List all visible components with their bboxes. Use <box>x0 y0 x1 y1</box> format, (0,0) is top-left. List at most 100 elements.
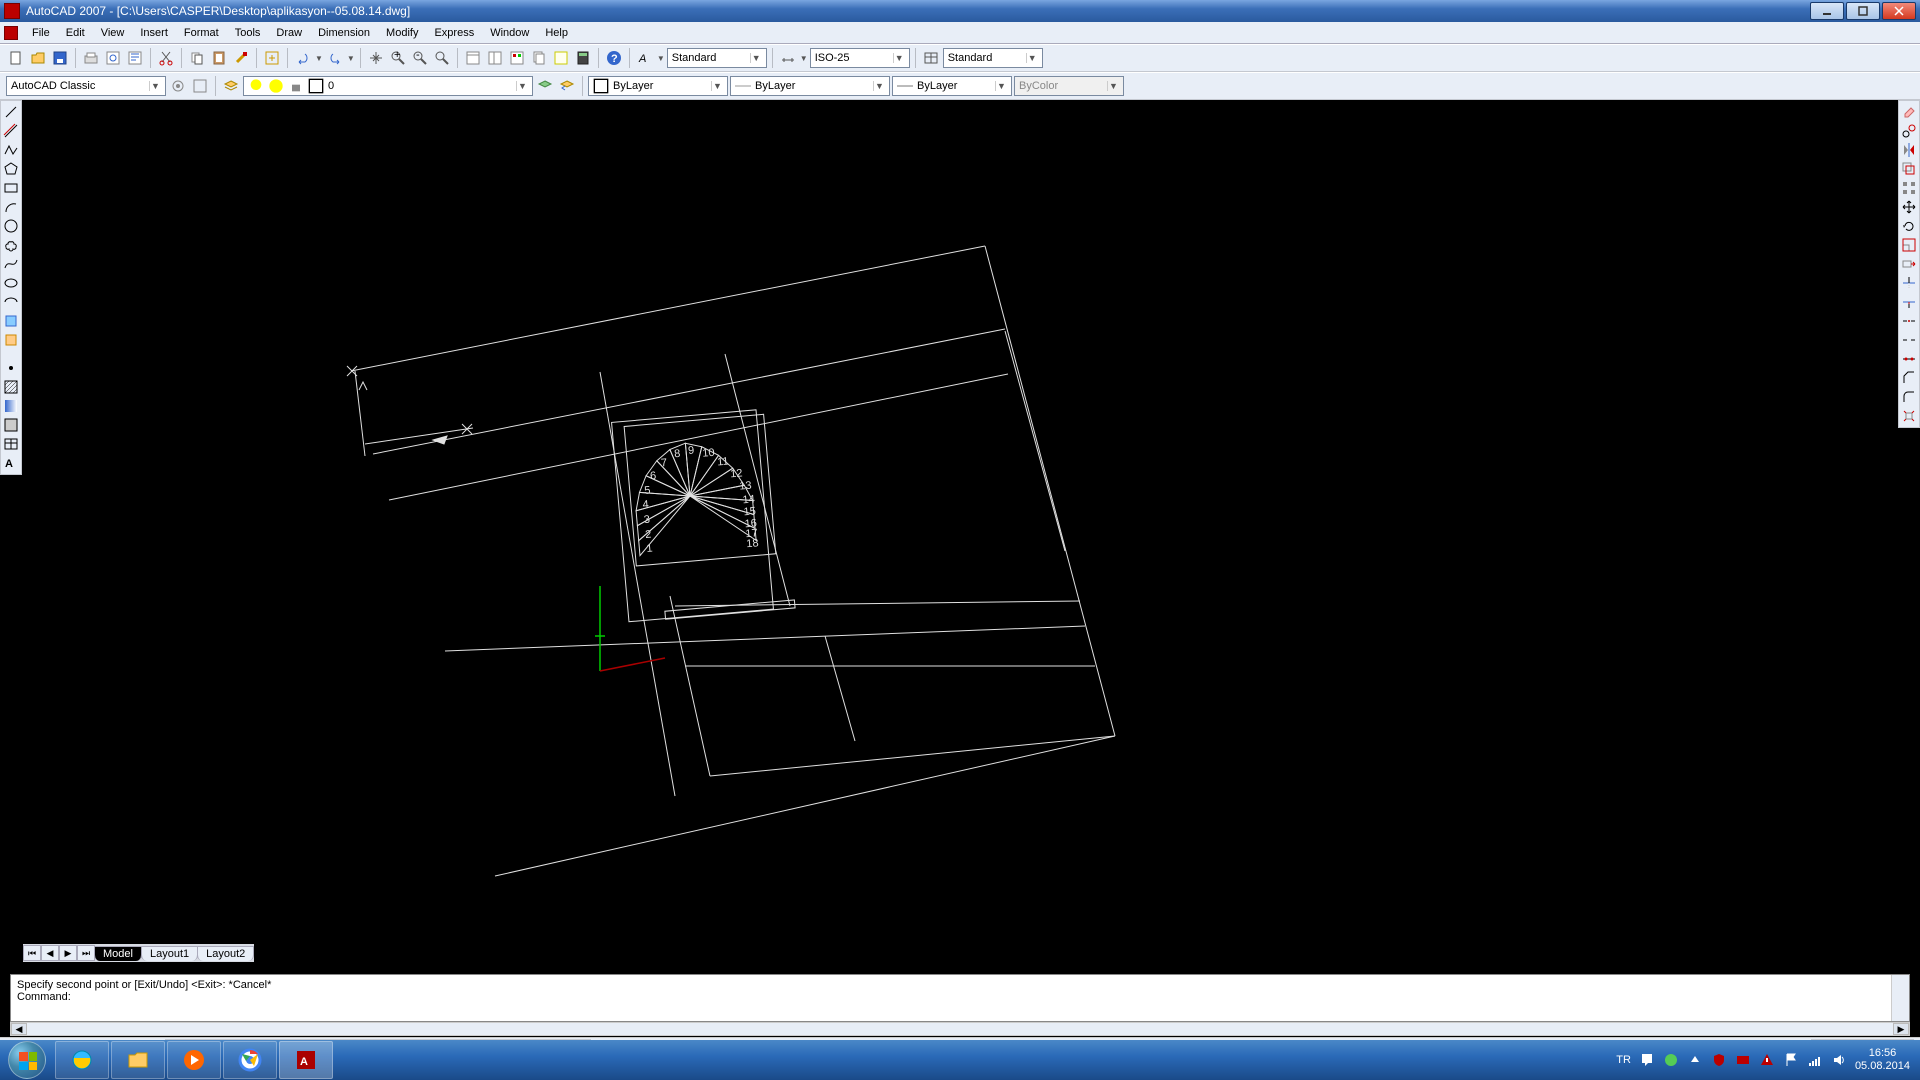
layer-previous-icon[interactable] <box>557 76 577 96</box>
mtext-icon[interactable]: A <box>2 454 20 472</box>
start-button[interactable] <box>0 1040 54 1080</box>
copy-icon[interactable] <box>187 48 207 68</box>
spline-icon[interactable] <box>2 255 20 273</box>
text-style-icon[interactable]: A <box>635 48 655 68</box>
help-icon[interactable]: ? <box>604 48 624 68</box>
tab-layout1[interactable]: Layout1 <box>141 946 198 961</box>
language-indicator[interactable]: TR <box>1616 1054 1631 1066</box>
zoom-window-icon[interactable] <box>432 48 452 68</box>
design-center-icon[interactable] <box>485 48 505 68</box>
hscroll-right[interactable]: ▶ <box>1893 1023 1909 1035</box>
save-icon[interactable] <box>50 48 70 68</box>
polyline-icon[interactable] <box>2 141 20 159</box>
tab-next-button[interactable]: ▶ <box>59 945 77 961</box>
command-scrollbar[interactable] <box>1891 975 1909 1021</box>
fillet-icon[interactable] <box>1900 388 1918 406</box>
mirror-icon[interactable] <box>1900 141 1918 159</box>
region-icon[interactable] <box>2 416 20 434</box>
zoom-previous-icon[interactable]: - <box>410 48 430 68</box>
make-block-icon[interactable] <box>2 331 20 349</box>
taskbar-clock[interactable]: 16:56 05.08.2014 <box>1855 1047 1910 1073</box>
plot-icon[interactable] <box>81 48 101 68</box>
redo-dropdown[interactable]: ▼ <box>347 54 355 63</box>
plot-preview-icon[interactable] <box>103 48 123 68</box>
paste-icon[interactable] <box>209 48 229 68</box>
publish-icon[interactable] <box>125 48 145 68</box>
horizontal-scrollbar[interactable]: ◀ ▶ <box>10 1022 1910 1036</box>
revision-cloud-icon[interactable] <box>2 236 20 254</box>
dim-style-dropdown[interactable]: ▼ <box>800 54 808 63</box>
menu-dimension[interactable]: Dimension <box>310 24 378 42</box>
taskbar-chrome[interactable] <box>223 1041 277 1079</box>
hscroll-left[interactable]: ◀ <box>11 1023 27 1035</box>
break-at-point-icon[interactable] <box>1900 312 1918 330</box>
menu-edit[interactable]: Edit <box>58 24 93 42</box>
gradient-icon[interactable] <box>2 397 20 415</box>
erase-icon[interactable] <box>1900 103 1918 121</box>
polygon-icon[interactable] <box>2 160 20 178</box>
menu-file[interactable]: File <box>24 24 58 42</box>
close-button[interactable] <box>1882 2 1916 20</box>
block-editor-icon[interactable] <box>262 48 282 68</box>
circle-icon[interactable] <box>2 217 20 235</box>
array-icon[interactable] <box>1900 179 1918 197</box>
point-icon[interactable] <box>2 359 20 377</box>
table-style-icon[interactable] <box>921 48 941 68</box>
scale-icon[interactable] <box>1900 236 1918 254</box>
zoom-realtime-icon[interactable]: + <box>388 48 408 68</box>
tab-prev-button[interactable]: ◀ <box>41 945 59 961</box>
tab-first-button[interactable]: ⏮ <box>23 945 41 961</box>
menu-modify[interactable]: Modify <box>378 24 426 42</box>
lineweight-combo[interactable]: ByLayer▼ <box>892 76 1012 96</box>
hscroll-track[interactable] <box>27 1023 1893 1035</box>
maximize-button[interactable] <box>1846 2 1880 20</box>
explode-icon[interactable] <box>1900 407 1918 425</box>
insert-block-icon[interactable] <box>2 312 20 330</box>
command-window[interactable]: Specify second point or [Exit/Undo] <Exi… <box>10 974 1910 1022</box>
break-icon[interactable] <box>1900 331 1918 349</box>
menu-view[interactable]: View <box>93 24 133 42</box>
layer-combo[interactable]: 0▼ <box>243 76 533 96</box>
tab-layout2[interactable]: Layout2 <box>197 946 254 961</box>
tray-volume-icon[interactable] <box>1831 1052 1847 1068</box>
minimize-button[interactable] <box>1810 2 1844 20</box>
markup-icon[interactable] <box>551 48 571 68</box>
properties-icon[interactable] <box>463 48 483 68</box>
line-icon[interactable] <box>2 103 20 121</box>
menu-format[interactable]: Format <box>176 24 227 42</box>
construction-line-icon[interactable] <box>2 122 20 140</box>
my-workspace-icon[interactable] <box>190 76 210 96</box>
sheet-set-icon[interactable] <box>529 48 549 68</box>
new-icon[interactable] <box>6 48 26 68</box>
taskbar-explorer[interactable] <box>111 1041 165 1079</box>
drawing-canvas[interactable]: 12 34 56 78 910 1112 1314 1516 1718 <box>25 100 1895 942</box>
text-style-combo[interactable]: Standard▼ <box>667 48 767 68</box>
redo-icon[interactable] <box>325 48 345 68</box>
rotate-icon[interactable] <box>1900 217 1918 235</box>
text-style-dropdown[interactable]: ▼ <box>657 54 665 63</box>
copy-obj-icon[interactable] <box>1900 122 1918 140</box>
taskbar-ie[interactable] <box>55 1041 109 1079</box>
move-icon[interactable] <box>1900 198 1918 216</box>
layer-states-icon[interactable] <box>535 76 555 96</box>
cut-icon[interactable] <box>156 48 176 68</box>
tab-last-button[interactable]: ⏭ <box>77 945 95 961</box>
layer-manager-icon[interactable] <box>221 76 241 96</box>
menu-insert[interactable]: Insert <box>132 24 176 42</box>
menu-help[interactable]: Help <box>537 24 576 42</box>
color-combo[interactable]: ByLayer▼ <box>588 76 728 96</box>
tool-palettes-icon[interactable] <box>507 48 527 68</box>
workspace-settings-icon[interactable] <box>168 76 188 96</box>
menu-window[interactable]: Window <box>482 24 537 42</box>
trim-icon[interactable] <box>1900 274 1918 292</box>
workspace-combo[interactable]: AutoCAD Classic▼ <box>6 76 166 96</box>
tray-network-icon[interactable] <box>1807 1052 1823 1068</box>
open-icon[interactable] <box>28 48 48 68</box>
tab-model[interactable]: Model <box>94 946 142 961</box>
ellipse-arc-icon[interactable] <box>2 293 20 311</box>
join-icon[interactable] <box>1900 350 1918 368</box>
tray-app-icon[interactable] <box>1663 1052 1679 1068</box>
taskbar-mediaplayer[interactable] <box>167 1041 221 1079</box>
menu-tools[interactable]: Tools <box>227 24 269 42</box>
stretch-icon[interactable] <box>1900 255 1918 273</box>
